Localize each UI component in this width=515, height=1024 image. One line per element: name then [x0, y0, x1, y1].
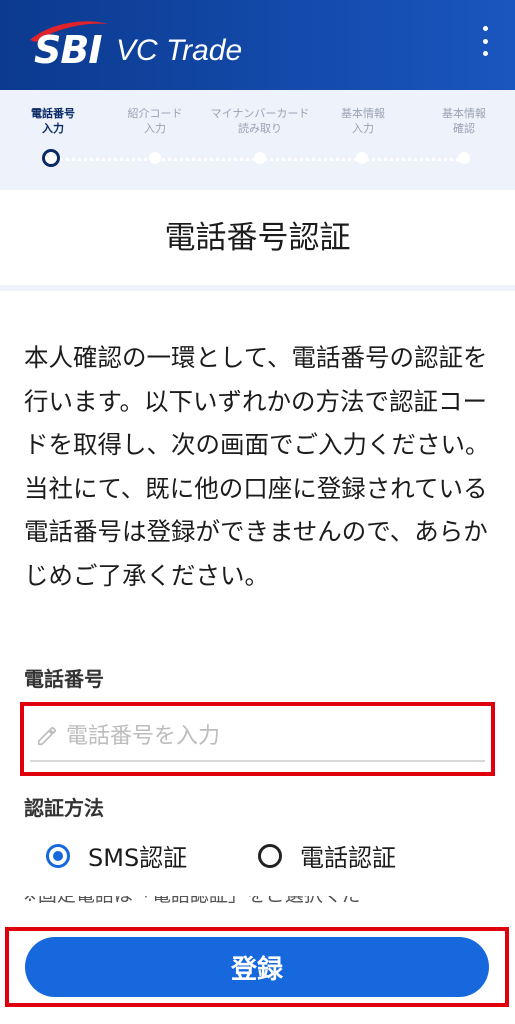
more-vertical-icon[interactable]: [477, 26, 493, 56]
phone-input-highlight: [20, 702, 495, 776]
step-basic-info-confirm: 基本情報 確認: [442, 107, 486, 135]
step-dot: [356, 152, 368, 164]
page-title: 電話番号認証: [164, 220, 351, 256]
progress-steps: 電話番号 入力 紹介コード 入力 マイナンバーカード 読み取り 基本情報 入力 …: [0, 90, 515, 190]
method-radio-group: SMS認証 電話認証: [0, 838, 515, 878]
phone-input[interactable]: [66, 723, 446, 749]
radio-sms[interactable]: SMS認証: [46, 838, 187, 873]
app-header: SBI VC Trade: [0, 0, 515, 90]
description-paragraph: 当社にて、既に他の口座に登録されている電話番号は登録ができませんので、あらかじめ…: [24, 473, 488, 590]
phone-input-wrapper: [30, 712, 485, 762]
radio-phone-label: 電話認証: [300, 844, 396, 872]
step-dot-active: [42, 149, 60, 167]
method-label: 認証方法: [24, 796, 104, 820]
register-button[interactable]: 登録: [25, 937, 489, 997]
radio-sms-label: SMS認証: [88, 844, 188, 872]
radio-phone[interactable]: 電話認証: [258, 838, 396, 873]
step-mynumber-card: マイナンバーカード 読み取り: [210, 107, 310, 135]
step-phone-input: 電話番号 入力: [31, 107, 75, 135]
step-dot: [458, 152, 470, 164]
description: 本人確認の一環として、電話番号の認証を行います。以下いずれかの方法で認証コードを…: [24, 336, 494, 597]
step-basic-info-input: 基本情報 入力: [341, 107, 385, 135]
step-dot: [254, 152, 266, 164]
description-paragraph: 本人確認の一環として、電話番号の認証を行います。以下いずれかの方法で認証コードを…: [24, 343, 490, 459]
logo-vc-trade-text: VC Trade: [116, 34, 243, 67]
step-dot: [149, 152, 161, 164]
logo-sbi-text: SBI: [34, 28, 102, 72]
note-text: ※固定電話は「電話認証」をご選択くだ: [22, 896, 492, 914]
step-referral-code: 紹介コード 入力: [127, 107, 183, 135]
radio-unchecked-icon: [258, 843, 282, 868]
submit-highlight: 登録: [5, 927, 509, 1007]
title-section: 電話番号認証: [0, 190, 515, 291]
radio-checked-icon: [46, 843, 70, 868]
pencil-icon: [37, 726, 57, 746]
phone-label: 電話番号: [24, 667, 104, 691]
sbi-vc-trade-logo: SBI VC Trade: [26, 18, 306, 78]
